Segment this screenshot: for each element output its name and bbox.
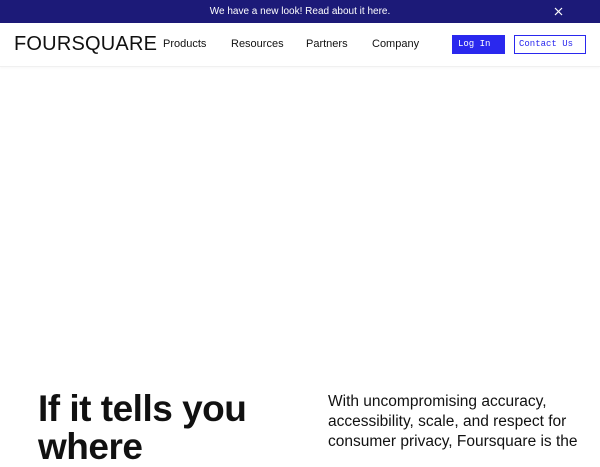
login-button[interactable]: Log In bbox=[452, 35, 505, 54]
announcement-link[interactable]: We have a new look! Read about it here. bbox=[210, 0, 390, 23]
nav-item-resources[interactable]: Resources bbox=[231, 37, 284, 51]
nav-item-products[interactable]: Products bbox=[163, 37, 206, 51]
contact-us-button[interactable]: Contact Us bbox=[514, 35, 586, 54]
main-nav: FOURSQUARE Products Resources Partners C… bbox=[0, 23, 600, 67]
hero-description: With uncompromising accuracy, accessibil… bbox=[328, 393, 578, 450]
foursquare-logo[interactable]: FOURSQUARE bbox=[14, 33, 157, 55]
nav-item-partners[interactable]: Partners bbox=[306, 37, 348, 51]
announcement-bar: We have a new look! Read about it here. bbox=[0, 0, 600, 23]
close-icon[interactable] bbox=[551, 0, 565, 23]
nav-item-company[interactable]: Company bbox=[372, 37, 419, 51]
hero-title: If it tells you where bbox=[38, 388, 247, 467]
